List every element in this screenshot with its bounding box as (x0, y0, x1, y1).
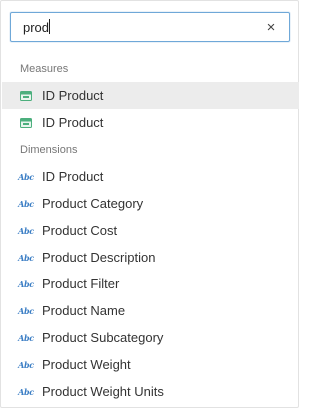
abc-icon-text: Abc (18, 252, 34, 263)
abc-text-icon: Abc (18, 332, 34, 344)
list-item-label: Product Weight (42, 357, 131, 372)
abc-text-icon: Abc (18, 305, 34, 317)
field-picker-panel: prod × Measures ID Product ID Product Di… (0, 0, 299, 408)
close-icon: × (266, 19, 276, 36)
list-item-label: Product Description (42, 250, 156, 265)
abc-text-icon: Abc (18, 225, 34, 237)
list-item-label: Product Filter (42, 276, 120, 291)
list-item-label: Product Subcategory (42, 330, 164, 345)
list-item-dimension[interactable]: Abc Product Cost (2, 217, 299, 244)
list-item-dimension[interactable]: Abc Product Weight Units (2, 378, 299, 405)
abc-icon-text: Abc (18, 386, 34, 397)
abc-icon-text: Abc (18, 278, 34, 289)
list-item-label: Product Weight Units (42, 384, 164, 399)
list-item-measure[interactable]: ID Product (2, 82, 299, 109)
section-header-measures: Measures (20, 63, 69, 75)
list-item-dimension[interactable]: Abc ID Product (2, 163, 299, 190)
search-input[interactable]: prod (23, 18, 51, 38)
abc-icon-text: Abc (18, 171, 34, 182)
abc-text-icon: Abc (18, 198, 34, 210)
measure-icon (20, 90, 32, 102)
abc-icon-text: Abc (18, 198, 34, 209)
section-header-dimensions: Dimensions (20, 144, 78, 156)
list-item-dimension[interactable]: Abc Product Subcategory (2, 324, 299, 351)
measure-icon (20, 117, 32, 129)
list-item-dimension[interactable]: Abc Product Description (2, 244, 299, 271)
abc-icon-text: Abc (18, 332, 34, 343)
list-item-dimension[interactable]: Abc Product Name (2, 297, 299, 324)
abc-text-icon: Abc (18, 359, 34, 371)
abc-icon-text: Abc (18, 225, 34, 236)
search-value: prod (23, 20, 50, 35)
clear-search-button[interactable]: × (263, 18, 279, 38)
list-item-dimension[interactable]: Abc Product Weight (2, 351, 299, 378)
list-item-label: Product Name (42, 303, 126, 318)
abc-text-icon: Abc (18, 171, 34, 183)
list-item-dimension[interactable]: Abc Product Filter (2, 270, 299, 297)
list-item-measure[interactable]: ID Product (2, 109, 299, 136)
text-caret (49, 19, 51, 34)
list-item-label: ID Product (42, 115, 104, 130)
list-item-label: ID Product (42, 169, 104, 184)
abc-icon-text: Abc (18, 305, 34, 316)
list-item-label: Product Cost (42, 223, 118, 238)
list-item-label: ID Product (42, 88, 104, 103)
list-item-dimension[interactable]: Abc Product Category (2, 190, 299, 217)
abc-text-icon: Abc (18, 278, 34, 290)
list-item-label: Product Category (42, 196, 144, 211)
search-box[interactable]: prod × (10, 12, 290, 42)
abc-text-icon: Abc (18, 252, 34, 264)
abc-icon-text: Abc (18, 359, 34, 370)
abc-text-icon: Abc (18, 386, 34, 398)
